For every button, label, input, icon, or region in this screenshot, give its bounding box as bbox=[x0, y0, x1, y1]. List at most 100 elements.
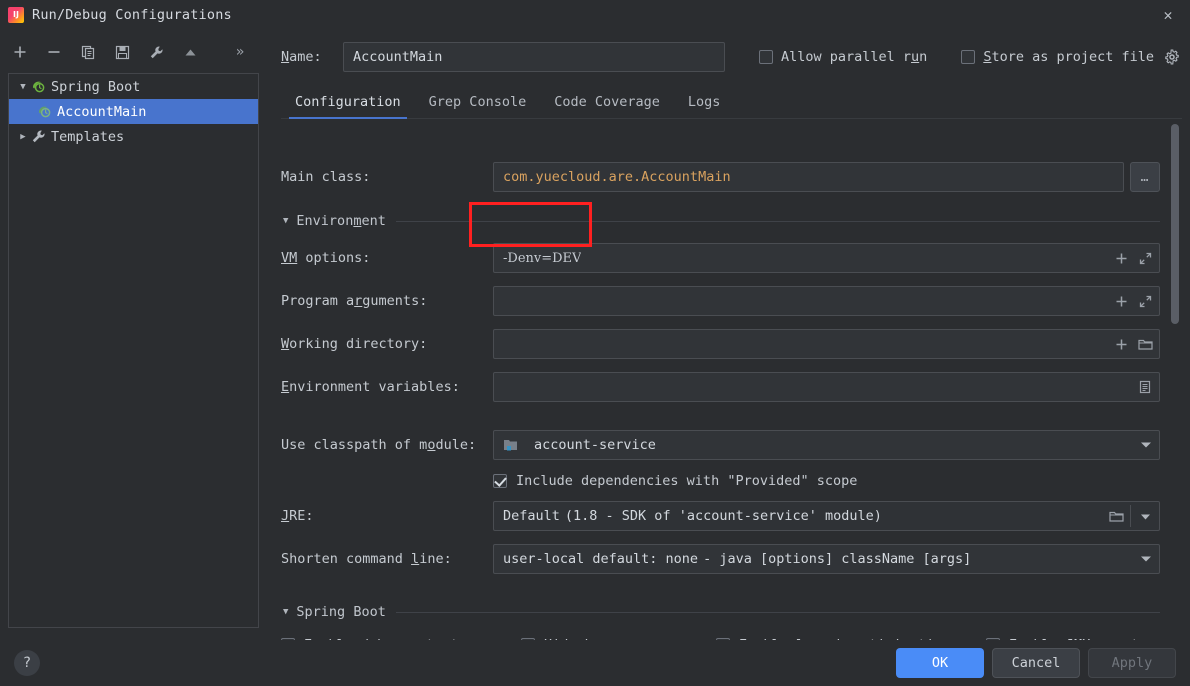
jre-label: JRE: bbox=[281, 508, 314, 524]
configuration-form: Main class: com.yuecloud.are.AccountMain… bbox=[281, 122, 1160, 640]
tab-grep-console[interactable]: Grep Console bbox=[415, 94, 541, 118]
use-classpath-of-module-combo[interactable]: account-service bbox=[493, 430, 1160, 460]
chevron-down-icon[interactable]: ▼ bbox=[15, 82, 31, 92]
tab-code-coverage[interactable]: Code Coverage bbox=[540, 94, 674, 118]
checkbox-box[interactable] bbox=[961, 50, 976, 64]
window-title: Run/Debug Configurations bbox=[32, 6, 232, 23]
working-directory-actions bbox=[1113, 330, 1159, 358]
checkbox-box[interactable] bbox=[758, 50, 773, 64]
configuration-form-scroll: Main class: com.yuecloud.are.AccountMain… bbox=[281, 122, 1182, 640]
wrench-icon[interactable] bbox=[142, 39, 170, 65]
program-arguments-label: Program arguments: bbox=[281, 293, 428, 309]
main-class-value: com.yuecloud.are.AccountMain bbox=[503, 169, 731, 185]
tree-node-label: Templates bbox=[51, 128, 125, 145]
plus-icon[interactable] bbox=[1113, 336, 1129, 352]
form-scrollbar-thumb[interactable] bbox=[1171, 124, 1179, 324]
working-directory-field[interactable] bbox=[493, 329, 1160, 359]
include-provided-scope-row: Include dependencies with "Provided" sco… bbox=[281, 466, 1160, 496]
include-provided-scope-checkbox[interactable]: Include dependencies with "Provided" sco… bbox=[493, 473, 857, 489]
dialog-button-bar: ? OK Cancel Apply bbox=[0, 640, 1190, 686]
use-classpath-of-module-value: account-service bbox=[534, 437, 656, 453]
jre-actions bbox=[1108, 502, 1157, 530]
main-class-browse-button[interactable]: … bbox=[1130, 162, 1160, 192]
use-classpath-of-module-row: Use classpath of module: account-service bbox=[281, 430, 1160, 460]
tree-node-label: Spring Boot bbox=[51, 78, 141, 95]
divider bbox=[1130, 505, 1131, 527]
configuration-editor-panel: Name: Allow parallel run Store as projec… bbox=[269, 29, 1190, 640]
tab-logs[interactable]: Logs bbox=[674, 94, 735, 118]
section-divider bbox=[395, 220, 1160, 222]
folder-icon[interactable] bbox=[1108, 508, 1124, 524]
chevron-down-icon[interactable] bbox=[1141, 442, 1151, 448]
chevron-right-icon[interactable]: ▶ bbox=[15, 132, 31, 142]
wrench-icon bbox=[31, 129, 49, 144]
folder-icon[interactable] bbox=[1137, 336, 1153, 352]
vm-options-field[interactable]: -Denv=DEV bbox=[493, 243, 1160, 273]
spring-boot-section-header[interactable]: ▼ Spring Boot bbox=[281, 602, 1160, 622]
allow-parallel-run-checkbox[interactable]: Allow parallel run bbox=[758, 49, 927, 65]
help-button[interactable]: ? bbox=[14, 650, 40, 676]
editor-tabs: Configuration Grep Console Code Coverage… bbox=[281, 87, 1182, 119]
section-divider bbox=[395, 611, 1160, 613]
ok-button[interactable]: OK bbox=[896, 648, 984, 678]
add-configuration-button[interactable] bbox=[6, 39, 34, 65]
working-directory-label: Working directory: bbox=[281, 336, 428, 352]
gear-icon[interactable] bbox=[1162, 47, 1182, 67]
plus-icon[interactable] bbox=[1113, 250, 1129, 266]
expand-icon[interactable] bbox=[1137, 250, 1153, 266]
chevron-down-icon[interactable] bbox=[1137, 508, 1153, 524]
toolbar-overflow-button[interactable]: » bbox=[230, 39, 250, 65]
main-class-row: Main class: com.yuecloud.are.AccountMain… bbox=[281, 162, 1160, 192]
program-arguments-row: Program arguments: bbox=[281, 286, 1160, 316]
shorten-command-line-combo[interactable]: user-local default: none - java [options… bbox=[493, 544, 1160, 574]
jre-row: JRE: Default (1.8 - SDK of 'account-serv… bbox=[281, 501, 1160, 531]
save-configuration-button[interactable] bbox=[108, 39, 136, 65]
store-as-project-file-checkbox[interactable]: Store as project file bbox=[961, 49, 1154, 65]
environment-section-header[interactable]: ▼ Environment bbox=[281, 211, 1160, 231]
dialog-actions: OK Cancel Apply bbox=[896, 648, 1190, 678]
chevron-down-icon[interactable]: ▼ bbox=[283, 607, 288, 617]
checkbox-box[interactable] bbox=[493, 474, 507, 488]
configurations-panel: » ▼ Spring Boot AccountMain ▶ Templates bbox=[0, 29, 269, 640]
close-icon[interactable]: ✕ bbox=[1152, 3, 1184, 27]
form-scrollbar[interactable] bbox=[1170, 122, 1180, 640]
plus-icon[interactable] bbox=[1113, 293, 1129, 309]
tree-node-accountmain[interactable]: AccountMain bbox=[9, 99, 258, 124]
intellij-idea-icon bbox=[8, 6, 24, 23]
run-debug-configurations-dialog: Run/Debug Configurations ✕ bbox=[0, 0, 1190, 686]
shorten-command-line-value-strong: user-local default: none bbox=[503, 551, 699, 567]
environment-variables-row: Environment variables: bbox=[281, 372, 1160, 402]
main-class-field[interactable]: com.yuecloud.are.AccountMain bbox=[493, 162, 1124, 192]
shorten-command-line-row: Shorten command line: user-local default… bbox=[281, 544, 1160, 574]
name-label: Name: bbox=[281, 49, 322, 65]
vm-options-row: VM options: -Denv=DEV bbox=[281, 243, 1160, 273]
remove-configuration-button[interactable] bbox=[40, 39, 68, 65]
chevron-down-icon[interactable] bbox=[1141, 556, 1151, 562]
copy-configuration-button[interactable] bbox=[74, 39, 102, 65]
spring-boot-options-row: Enable debug output Hide banner Enable l… bbox=[281, 630, 1160, 640]
apply-button[interactable]: Apply bbox=[1088, 648, 1176, 678]
spring-boot-icon bbox=[31, 79, 49, 94]
expand-icon[interactable] bbox=[1137, 293, 1153, 309]
tree-node-label: AccountMain bbox=[57, 103, 147, 120]
tree-node-spring-boot[interactable]: ▼ Spring Boot bbox=[9, 74, 258, 99]
name-input[interactable] bbox=[343, 42, 725, 72]
jre-value-strong: Default bbox=[503, 508, 560, 524]
move-up-button[interactable] bbox=[176, 39, 204, 65]
environment-variables-actions bbox=[1137, 373, 1159, 401]
include-provided-scope-label: Include dependencies with "Provided" sco… bbox=[516, 473, 858, 489]
spring-boot-run-icon bbox=[37, 104, 55, 119]
tree-node-templates[interactable]: ▶ Templates bbox=[9, 124, 258, 149]
program-arguments-field[interactable] bbox=[493, 286, 1160, 316]
working-directory-row: Working directory: bbox=[281, 329, 1160, 359]
configurations-toolbar: » bbox=[0, 37, 269, 67]
environment-variables-field[interactable] bbox=[493, 372, 1160, 402]
list-icon[interactable] bbox=[1137, 379, 1153, 395]
cancel-button[interactable]: Cancel bbox=[992, 648, 1080, 678]
configurations-tree[interactable]: ▼ Spring Boot AccountMain ▶ Templates bbox=[8, 73, 259, 628]
store-as-project-file-label: Store as project file bbox=[983, 49, 1155, 65]
tab-configuration[interactable]: Configuration bbox=[281, 94, 415, 119]
jre-combo[interactable]: Default (1.8 - SDK of 'account-service' … bbox=[493, 501, 1160, 531]
vm-options-actions bbox=[1113, 244, 1159, 272]
chevron-down-icon[interactable]: ▼ bbox=[283, 216, 288, 226]
